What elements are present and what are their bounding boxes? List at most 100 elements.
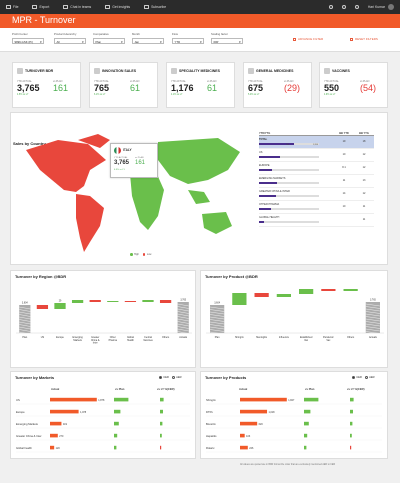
table-row-label: Boostrix (206, 422, 216, 426)
actual-bar (50, 421, 62, 426)
bridge-label-line: Meningitis (256, 336, 268, 339)
actual-bar (240, 445, 248, 450)
actual-value: 103 (246, 435, 251, 438)
table-row-label: Global health (16, 446, 32, 450)
bridge-category-label: Shingrix (235, 336, 244, 339)
region-bar (259, 156, 280, 158)
filter-comparative[interactable]: Comparative Plan ▾ (93, 32, 125, 44)
region-table-row[interactable]: EUROPE 8.1 12 (259, 162, 374, 175)
filter-product-hierarchy[interactable]: Product Hierarchy All ▾ (54, 32, 86, 44)
region-table-row[interactable]: GLOBAL HEALTH 11 (259, 214, 374, 227)
filter-flow[interactable]: Flow YTD ▾ (172, 32, 204, 44)
mail-icon (144, 5, 150, 9)
actual-bar (50, 445, 55, 450)
bridge-label-line: US (41, 336, 45, 339)
bridge-step-bar (71, 300, 84, 303)
file-button[interactable]: File (6, 5, 18, 9)
region-table: YTD/YTG BB YTD BB YTG TOTAL 700 1,200 19 18 U… (259, 130, 374, 227)
region-table-row[interactable]: US 10 12 (259, 149, 374, 162)
markets-bars: US 1,878 Europe 1,078 Emerging Markets 419 Gre… (16, 397, 190, 453)
map-region-north-america[interactable] (26, 140, 106, 192)
map-region-africa[interactable] (130, 172, 164, 230)
aer-radio[interactable] (171, 376, 175, 379)
bb-ytd-cell: 8.1 (342, 166, 346, 169)
notification-icon[interactable] (328, 5, 333, 9)
product-bridge-chart: Plan 3,604 Shingrix Meningitis Influenza Esta… (206, 289, 384, 342)
map-region-australia[interactable] (202, 212, 232, 234)
help-icon[interactable] (354, 5, 359, 9)
aer-radio[interactable] (364, 376, 368, 379)
bridge-label-line: Inter (93, 342, 98, 345)
innovation-icon (94, 68, 100, 74)
file-icon (6, 5, 11, 9)
footnote: All values are quoted are in BDR format … (240, 464, 336, 466)
products-currency-toggle[interactable]: CER AER (349, 376, 375, 379)
chat-in-teams-button[interactable]: Chat in teams (63, 5, 91, 9)
bridge-category-label: Actuals (369, 336, 378, 339)
country-tooltip: ITALY YTD ACTUAL vs PLAN 3,765 161 6.3% … (110, 143, 158, 178)
kpi-card-innovation[interactable]: INNOVATION SALES YTD ACTUAL vs PLAN 765 61… (89, 62, 158, 108)
region-name: US (259, 150, 263, 154)
actual-value: 270 (59, 435, 64, 438)
bridge-label-line: Vac (304, 339, 309, 342)
bb-ytg-cell: 12 (362, 153, 366, 156)
italy-flag-icon (114, 147, 121, 154)
export-button[interactable]: Export (32, 5, 49, 9)
teams-icon (63, 5, 69, 9)
kpi-card-turnover[interactable]: TURNOVER BDR YTD ACTUAL vs PLAN 3,765 161 … (12, 62, 81, 108)
region-table-row[interactable]: OTHER PHARMA 10 11 (259, 201, 374, 214)
kpi-card-general-medicines[interactable]: GENERAL MEDICINES YTD ACTUAL vs PLAN 675(… (243, 62, 312, 108)
settings-icon[interactable] (341, 5, 346, 9)
bridge-label-line: Shingrix (235, 336, 244, 339)
region-bar (259, 208, 271, 210)
bridge-category-label: Others (347, 336, 355, 339)
bridge-value-label: 3,765 (370, 300, 376, 302)
legend-high-swatch (130, 253, 133, 256)
cer-radio[interactable] (159, 376, 162, 379)
bridge-value-label: 29 (59, 301, 62, 303)
actual-bar (50, 397, 97, 402)
map-americas (26, 134, 110, 252)
bridge-label-line: Plan (22, 336, 27, 339)
actual-bar (50, 409, 79, 414)
region-bar (259, 195, 276, 197)
vs-plan-bar (304, 409, 311, 414)
bridge-step-bar (124, 301, 137, 302)
reset-filters-button[interactable]: RESET FILTERS (350, 37, 378, 41)
advance-filter-button[interactable]: ADVANCE FILTER (293, 37, 323, 41)
subscribe-button[interactable]: Subscribe (144, 5, 166, 9)
bridge-value-label: 3,765 (180, 300, 186, 302)
map-region-asia[interactable] (158, 138, 240, 184)
filter-bar: Profit Center 9999-GSK (Pr) ▾ Product Hier… (0, 28, 400, 52)
page-header: MPR - Turnover (0, 14, 400, 28)
region-table-row[interactable]: GREATER CHINA & INTER 14 12 (259, 188, 374, 201)
filter-month[interactable]: Month Jan ▾ (132, 32, 164, 44)
bridge-category-label: Other Pharma (109, 336, 118, 342)
map-region-south-america[interactable] (76, 194, 104, 252)
bridge-label-line: Influenza (279, 336, 289, 339)
region-bar (259, 221, 264, 223)
kpi-card-speciality[interactable]: SPECIALITY MEDICINES YTD ACTUAL vs PLAN 1… (166, 62, 235, 108)
table-row-label: DTPs (206, 410, 213, 414)
actual-bar (240, 433, 245, 438)
filter-profit-center[interactable]: Profit Center 9999-GSK (Pr) ▾ (12, 32, 44, 44)
kpi-card-vaccines[interactable]: VACCINES YTD ACTUAL vs PLAN 550 (54) 4.9% … (319, 62, 388, 108)
map-region-southeast-asia[interactable] (188, 190, 210, 204)
region-bar (259, 182, 277, 184)
bb-ytd-cell: 14 (342, 192, 346, 195)
top-toolbar: File Export Chat in teams Get insights S… (0, 0, 400, 14)
region-table-row[interactable]: TOTAL 700 1,200 19 18 (259, 136, 374, 149)
bridge-label-line: Vaccines (143, 339, 153, 342)
user-name: Hari Kumar (367, 5, 385, 9)
filter-scaling-factor[interactable]: Scaling factor 000' ▾ (211, 32, 243, 44)
bb-ytg-cell: 11 (362, 218, 366, 221)
bridge-category-label: Influenza (279, 336, 289, 339)
bridge-label-line: Health (127, 339, 135, 342)
region-table-row[interactable]: EMERGING MARKETS 11 13 (259, 175, 374, 188)
avatar[interactable] (388, 4, 394, 10)
actual-value: 1,878 (98, 399, 105, 402)
cer-radio[interactable] (352, 376, 355, 379)
get-insights-button[interactable]: Get insights (105, 5, 130, 9)
markets-currency-toggle[interactable]: CER AER (156, 376, 182, 379)
chevron-down-icon: ▾ (160, 40, 162, 45)
